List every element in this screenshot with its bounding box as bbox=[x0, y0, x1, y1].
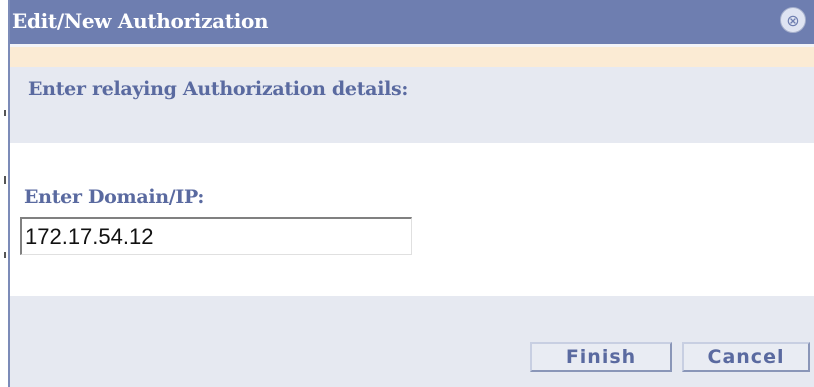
dialog-titlebar: Edit/New Authorization ⊗ bbox=[10, 0, 814, 44]
domain-label: Enter Domain/IP: bbox=[24, 186, 205, 208]
dialog-footer: Finish Cancel bbox=[10, 296, 814, 387]
form-area: Enter Domain/IP: bbox=[10, 143, 814, 296]
close-icon[interactable]: ⊗ bbox=[780, 7, 806, 33]
finish-button[interactable]: Finish bbox=[530, 342, 672, 372]
notice-strip bbox=[10, 47, 814, 67]
background-window-edge bbox=[0, 0, 8, 387]
section-header: Enter relaying Authorization details: bbox=[10, 67, 814, 143]
domain-ip-input[interactable] bbox=[20, 217, 412, 255]
authorization-dialog: Edit/New Authorization ⊗ Enter relaying … bbox=[8, 0, 814, 387]
cancel-button[interactable]: Cancel bbox=[682, 342, 810, 372]
dialog-title: Edit/New Authorization bbox=[12, 9, 269, 33]
section-header-text: Enter relaying Authorization details: bbox=[28, 78, 409, 100]
